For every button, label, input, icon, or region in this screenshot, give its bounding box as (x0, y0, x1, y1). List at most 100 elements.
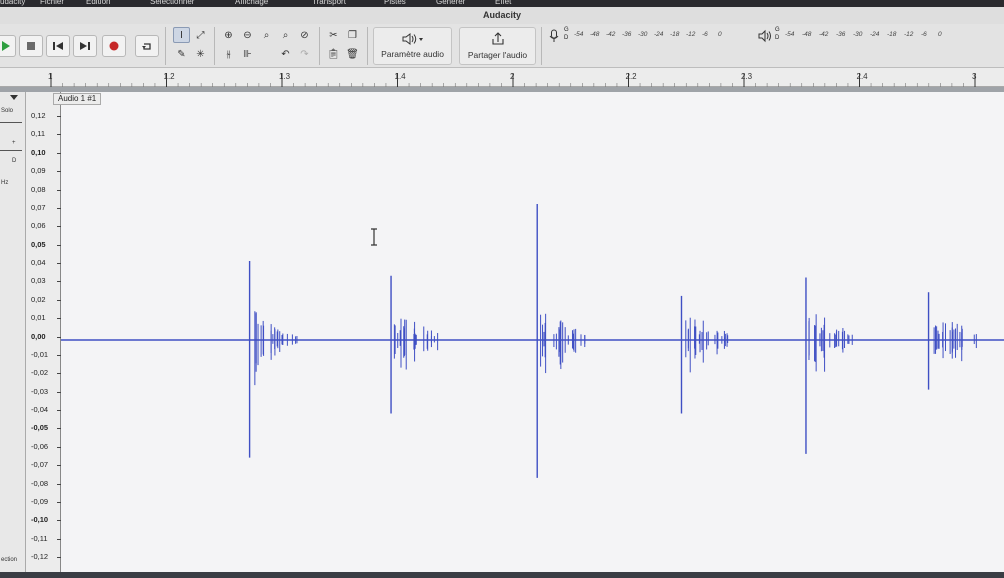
copy-icon: ❐ (348, 29, 357, 41)
cut-button[interactable]: ✂ (325, 27, 342, 43)
skip-start-button[interactable] (46, 35, 70, 57)
ruler-time-label: 2 (510, 72, 515, 81)
share-audio-button[interactable]: Partager l'audio (459, 27, 536, 65)
menu-item[interactable]: udacity (0, 0, 25, 6)
silence-button[interactable]: ⊪ (239, 46, 256, 62)
trash-icon: 🗑︎ (346, 48, 359, 60)
delete-button[interactable]: 🗑︎ (344, 46, 361, 62)
waveform-area[interactable] (61, 92, 1004, 572)
menu-item[interactable]: Sélectionner (150, 0, 194, 6)
playback-meter-scale: -54 -48 -42 -36 -30 -24 -18 -12 -6 0 (785, 28, 955, 44)
amplitude-label: 0,05 (31, 239, 46, 249)
microphone-icon (549, 29, 559, 42)
zoom-out-icon: ⊖ (243, 29, 252, 41)
amplitude-tick: 0,07 (26, 203, 61, 218)
waveform (61, 204, 1004, 478)
amplitude-label: 0,08 (31, 184, 46, 194)
audio-setup-label: Paramètre audio (381, 49, 444, 59)
menu-item[interactable]: Effet (495, 0, 511, 6)
menu-item[interactable]: Générer (436, 0, 465, 6)
amplitude-label: -0,02 (31, 368, 49, 378)
envelope-tool[interactable]: ⤢ (192, 27, 209, 43)
selection-tool[interactable]: I (173, 27, 190, 43)
undo-button[interactable]: ↶ (277, 46, 294, 62)
fit-project-button[interactable]: ⌕ (277, 27, 294, 43)
amplitude-tick: 0,09 (26, 166, 61, 181)
track-name-label[interactable]: Audio 1 #1 (53, 93, 102, 105)
play-button[interactable] (0, 35, 16, 57)
track-control-panel[interactable]: Solo + D Hz ection (0, 92, 26, 572)
menu-item[interactable]: Fichier (40, 0, 64, 6)
meter-tick-label: -12 (904, 31, 914, 38)
zoom-toggle-button[interactable]: ⊘ (296, 27, 313, 43)
stop-icon (27, 42, 35, 50)
redo-button[interactable]: ↷ (296, 46, 313, 62)
meter-tick-label: -48 (590, 31, 600, 38)
copy-button[interactable]: ❐ (344, 27, 361, 43)
timeline-ruler[interactable]: 1 1.2 1.3 1.4 2 2.2 2.3 2.4 3 (0, 68, 1004, 87)
pan-mark: D (12, 158, 17, 164)
ruler-time-label: 2.3 (741, 72, 753, 81)
amplitude-tick: 0,11 (26, 129, 61, 144)
amplitude-label: -0,11 (31, 533, 48, 543)
amplitude-label: -0,09 (31, 496, 49, 506)
amplitude-tick: -0,08 (26, 479, 61, 494)
multi-tool[interactable]: ✳ (192, 46, 209, 62)
zoom-out-button[interactable]: ⊖ (239, 27, 256, 43)
track-menu-arrow-icon[interactable] (10, 95, 18, 100)
meter-tick-label: -36 (836, 31, 846, 38)
meter-tick-label: -30 (853, 31, 863, 38)
paste-button[interactable]: 📋︎ (325, 46, 342, 62)
pan-slider[interactable] (0, 150, 22, 151)
amplitude-label: 0,00 (31, 331, 46, 341)
stop-button[interactable] (19, 35, 43, 57)
toolbar: I ⤢ ✎ ✳ ⊕ ⊖ ⌕ ⌕ ⊘ ⫳ ⊪ ↶ ↷ ✂ ❐ 📋︎ 🗑︎ Para… (0, 24, 1004, 68)
meter-tick-label: -54 (574, 31, 584, 38)
menu-item[interactable]: Pistes (384, 0, 406, 6)
amplitude-label: 0,10 (31, 147, 46, 157)
select-button[interactable]: ection (1, 557, 17, 563)
pencil-icon: ✎ (177, 48, 186, 60)
record-meter[interactable]: G D -54 -48 -42 -36 -30 -24 -18 -12 -6 0 (547, 27, 734, 44)
amplitude-label: 0,03 (31, 276, 46, 286)
amplitude-label: -0,01 (31, 349, 49, 359)
amplitude-label: 0,09 (31, 166, 46, 176)
amplitude-tick: 0,03 (26, 276, 61, 291)
trim-button[interactable]: ⫳ (220, 46, 237, 62)
fit-selection-button[interactable]: ⌕ (258, 27, 275, 43)
amplitude-tick: -0,07 (26, 460, 61, 475)
draw-tool[interactable]: ✎ (173, 46, 190, 62)
amplitude-tick: 0,12 (26, 111, 61, 126)
amplitude-label: 0,06 (31, 221, 46, 231)
skip-end-button[interactable] (73, 35, 97, 57)
amplitude-label: -0,10 (31, 515, 49, 525)
amplitude-tick: -0,10 (26, 515, 61, 530)
meter-channel-left: G (775, 27, 780, 33)
amplitude-label: -0,12 (31, 552, 49, 561)
amplitude-tick: 0,10 (26, 148, 61, 163)
playback-meter[interactable]: G D -54 -48 -42 -36 -30 -24 -18 -12 -6 0 (758, 27, 955, 44)
amplitude-tick: -0,05 (26, 423, 61, 438)
amplitude-tick: -0,04 (26, 405, 61, 420)
share-icon (491, 32, 504, 45)
meter-tick-label: -36 (622, 31, 632, 38)
amplitude-label: -0,08 (31, 478, 49, 488)
menu-item[interactable]: Transport (312, 0, 346, 6)
amplitude-tick: -0,12 (26, 552, 61, 567)
audio-setup-button[interactable]: Paramètre audio (373, 27, 452, 65)
meter-channel-right: D (564, 35, 569, 41)
amplitude-tick: -0,11 (26, 534, 61, 549)
loop-button[interactable] (135, 35, 159, 57)
record-button[interactable] (102, 35, 126, 57)
ruler-time-label: 2.4 (857, 72, 869, 81)
envelope-icon: ⤢ (196, 29, 205, 41)
menu-item[interactable]: Affichage (235, 0, 268, 6)
amplitude-tick: 0,01 (26, 313, 61, 328)
menu-item[interactable]: Édition (86, 0, 110, 6)
share-audio-label: Partager l'audio (467, 50, 528, 60)
solo-button[interactable]: Solo (1, 108, 13, 114)
gain-slider[interactable] (0, 122, 22, 123)
amplitude-scale: 0,12 0,11 0,10 0,09 0,08 0,07 0,06 0,05 0,04 0,03… (26, 92, 61, 572)
menu-bar: udacity Fichier Édition Sélectionner Afficha… (0, 0, 1004, 7)
zoom-in-button[interactable]: ⊕ (220, 27, 237, 43)
